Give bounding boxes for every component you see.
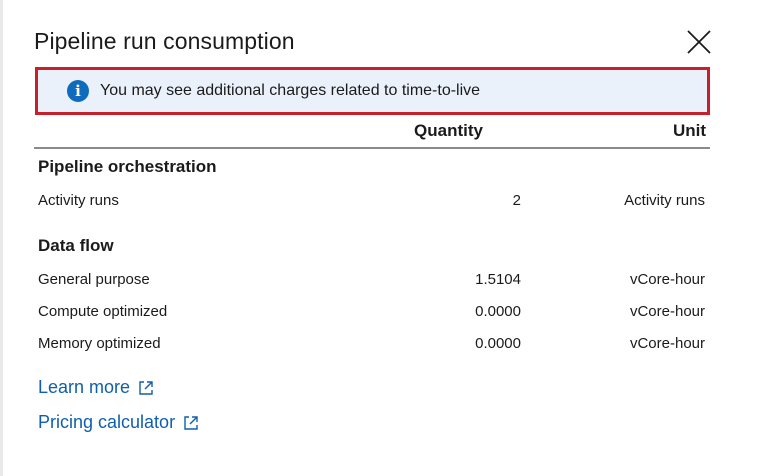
row-quantity: 2 [512,192,521,209]
table-row: General purpose 1.5104 vCore-hour [38,271,705,293]
close-button[interactable] [681,24,717,60]
row-name: Memory optimized [38,335,161,352]
pricing-calculator-label: Pricing calculator [38,412,176,432]
dialog-title: Pipeline run consumption [34,28,295,54]
info-banner: i You may see additional charges related… [35,67,710,115]
section-title-pipeline-orchestration: Pipeline orchestration [38,157,217,176]
table-row: Compute optimized 0.0000 vCore-hour [38,303,705,325]
external-link-icon [183,415,199,431]
table-row: Activity runs 2 Activity runs [38,192,705,214]
table-header: Quantity Unit [34,119,710,149]
close-icon [687,30,711,54]
row-unit: vCore-hour [629,335,705,352]
column-header-quantity: Quantity [414,121,483,140]
row-quantity: 0.0000 [475,303,521,320]
row-unit: vCore-hour [629,303,705,320]
learn-more-label: Learn more [38,377,131,397]
row-unit: vCore-hour [629,271,705,288]
row-name: General purpose [38,271,150,288]
row-name: Activity runs [38,192,119,209]
row-name: Compute optimized [38,303,168,320]
table-row: Memory optimized 0.0000 vCore-hour [38,335,705,357]
row-quantity: 1.5104 [475,271,521,288]
info-banner-text: You may see additional charges related t… [100,82,481,99]
section-title-data-flow: Data flow [38,236,114,255]
learn-more-link[interactable]: Learn more [38,377,154,398]
column-header-unit: Unit [672,121,706,140]
external-link-icon [138,380,154,396]
consumption-panel: Pipeline run consumption i You may see a… [0,0,768,476]
row-unit: Activity runs [624,192,705,209]
pricing-calculator-link[interactable]: Pricing calculator [38,412,199,433]
info-icon: i [67,80,89,102]
panel-left-border [0,0,3,476]
row-quantity: 0.0000 [475,335,521,352]
